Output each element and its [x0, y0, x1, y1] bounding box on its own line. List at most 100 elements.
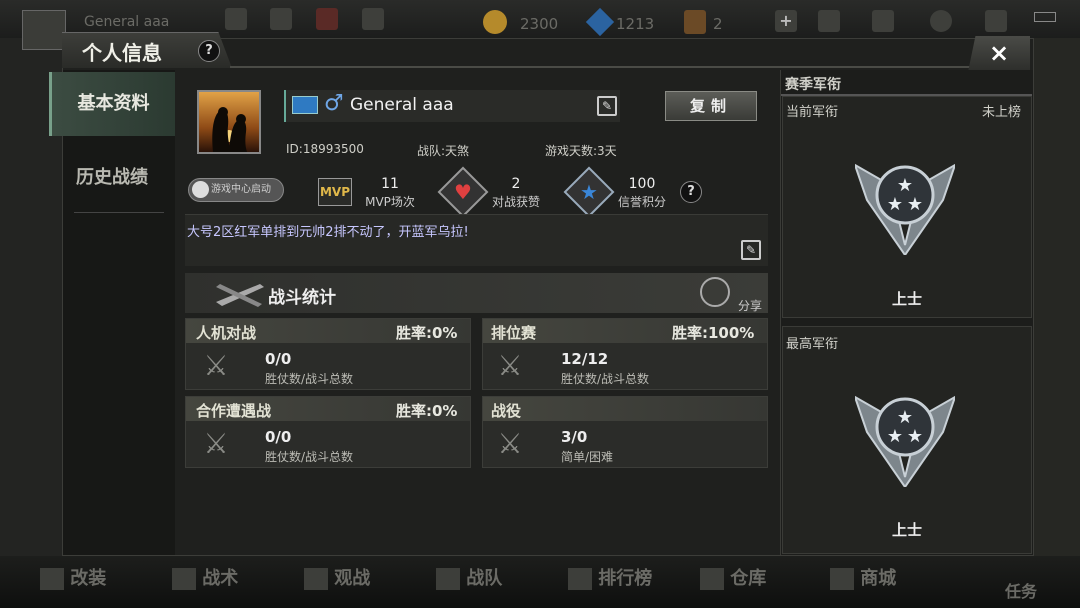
card-header: [483, 397, 767, 421]
game-center-button[interactable]: 游戏中心启动: [188, 178, 284, 202]
book-icon[interactable]: [985, 10, 1007, 32]
title-divider: [230, 66, 970, 68]
card-value: 3/0: [561, 428, 588, 446]
sidebar: [63, 70, 175, 555]
crossed-swords-icon: ⚔: [203, 427, 229, 460]
svg-text:★: ★: [897, 407, 913, 428]
nav-team[interactable]: 战队: [436, 564, 502, 590]
player-avatar-small[interactable]: [22, 10, 66, 50]
nav-warehouse[interactable]: 仓库: [700, 564, 766, 590]
leaderboard-icon: [568, 568, 592, 590]
credit-score: 100: [628, 176, 656, 192]
highest-rank-name: 上士: [891, 521, 922, 539]
nav-mission[interactable]: 任务: [1005, 578, 1037, 602]
rank-panel-title: 赛季军衔: [785, 77, 841, 93]
sidebar-item-history[interactable]: 历史战绩: [49, 146, 175, 210]
nav-modify[interactable]: 改装: [40, 564, 106, 590]
crossed-swords-icon: ⚔: [497, 427, 523, 460]
dialog-title: 个人信息: [82, 41, 162, 65]
gold-coin-icon: [483, 10, 507, 34]
play-days: 游戏天数:3天: [545, 144, 617, 158]
game-center-label: 游戏中心启动: [211, 184, 271, 195]
bottom-nav-bar: [0, 556, 1080, 608]
highest-rank-label: 最高军衔: [786, 337, 839, 352]
svg-text:★: ★: [887, 426, 903, 447]
card-label: 胜仗数/战斗总数: [561, 372, 650, 386]
plus-icon[interactable]: +: [775, 10, 797, 32]
modify-icon: [40, 568, 64, 590]
mail-icon[interactable]: [872, 10, 894, 32]
credit-help-icon[interactable]: ?: [680, 181, 702, 203]
credit-label: 信誉积分: [617, 195, 666, 209]
avatar[interactable]: [197, 90, 261, 154]
gold-amount: 2300: [520, 15, 559, 33]
mvp-count: 11: [381, 176, 399, 192]
likes-label: 对战获赞: [491, 195, 540, 209]
mvp-icon: MVP: [318, 178, 352, 206]
svg-text:★: ★: [887, 194, 903, 215]
player-id: ID:18993500: [286, 142, 364, 156]
current-rank-status: 未上榜: [982, 105, 1022, 120]
close-button[interactable]: ×: [968, 36, 1030, 72]
sidebar-item-basic-info[interactable]: 基本资料: [49, 72, 175, 136]
edit-motto-icon[interactable]: ✎: [741, 240, 761, 260]
card-value: 0/0: [265, 350, 292, 368]
crossed-swords-icon: ⚔: [497, 349, 523, 382]
battery-icon: [1034, 12, 1056, 22]
game-center-icon: [192, 181, 209, 198]
nav-spectate[interactable]: 观战: [304, 564, 370, 590]
tactics-icon: [172, 568, 196, 590]
sergeant-insignia-icon: ★ ★ ★: [853, 387, 957, 489]
card-label: 胜仗数/战斗总数: [265, 372, 354, 386]
sidebar-divider: [74, 212, 164, 213]
motto-text: 大号2区红军单排到元帅2排不动了，开蓝军乌拉!: [187, 225, 469, 240]
penguin-avatar-icon: [212, 107, 247, 152]
gift-icon[interactable]: [316, 8, 338, 30]
card-title: 合作遭遇战: [196, 402, 272, 420]
shop-icon[interactable]: [225, 8, 247, 30]
sergeant-insignia-icon: ★ ★ ★: [853, 155, 957, 257]
profile-name: General aaa: [350, 95, 454, 115]
warehouse-icon: [700, 568, 724, 590]
svg-text:★: ★: [907, 426, 923, 447]
card-title: 战役: [491, 402, 522, 420]
nav-tactics[interactable]: 战术: [172, 564, 238, 590]
card-label: 胜仗数/战斗总数: [265, 450, 354, 464]
current-rank-label: 当前军衔: [786, 105, 839, 120]
grid-icon[interactable]: [362, 8, 384, 30]
nav-leaderboard[interactable]: 排行榜: [568, 564, 652, 590]
card-title: 排位赛: [491, 324, 537, 342]
svg-text:★: ★: [897, 175, 913, 196]
share-label[interactable]: 分享: [738, 297, 762, 314]
nav-store[interactable]: 商城: [830, 564, 896, 590]
gender-icon: ♂: [324, 91, 344, 116]
player-team: 战队:天煞: [417, 144, 470, 158]
card-rate: 胜率:0%: [396, 324, 458, 342]
card-label: 简单/困难: [561, 450, 614, 464]
player-name-bg: General aaa: [84, 14, 170, 30]
ticket-icon: [684, 10, 706, 34]
team-icon: [436, 568, 460, 590]
card-value: 12/12: [561, 350, 609, 368]
dialog-help-icon[interactable]: ?: [198, 40, 220, 62]
card-rate: 胜率:0%: [396, 402, 458, 420]
likes-count: 2: [511, 176, 521, 192]
rifle-icon: [214, 278, 266, 308]
copy-button[interactable]: 复制: [665, 91, 757, 121]
svg-text:★: ★: [907, 194, 923, 215]
store-icon: [830, 568, 854, 590]
card-title: 人机对战: [196, 324, 257, 342]
card-value: 0/0: [265, 428, 292, 446]
spectate-icon: [304, 568, 328, 590]
mvp-label: MVP场次: [365, 195, 415, 209]
edit-name-icon[interactable]: ✎: [597, 96, 617, 116]
soldier-icon[interactable]: [270, 8, 292, 30]
card-rate: 胜率:100%: [672, 324, 755, 342]
background-right: [1034, 38, 1080, 558]
ticket-amount: 2: [713, 15, 723, 33]
battle-stats-title: 战斗统计: [268, 288, 336, 308]
crossed-swords-icon: ⚔: [203, 349, 229, 382]
rank-flag-icon: [292, 96, 318, 114]
settings-gear-icon[interactable]: [930, 10, 952, 32]
friends-icon[interactable]: [818, 10, 840, 32]
